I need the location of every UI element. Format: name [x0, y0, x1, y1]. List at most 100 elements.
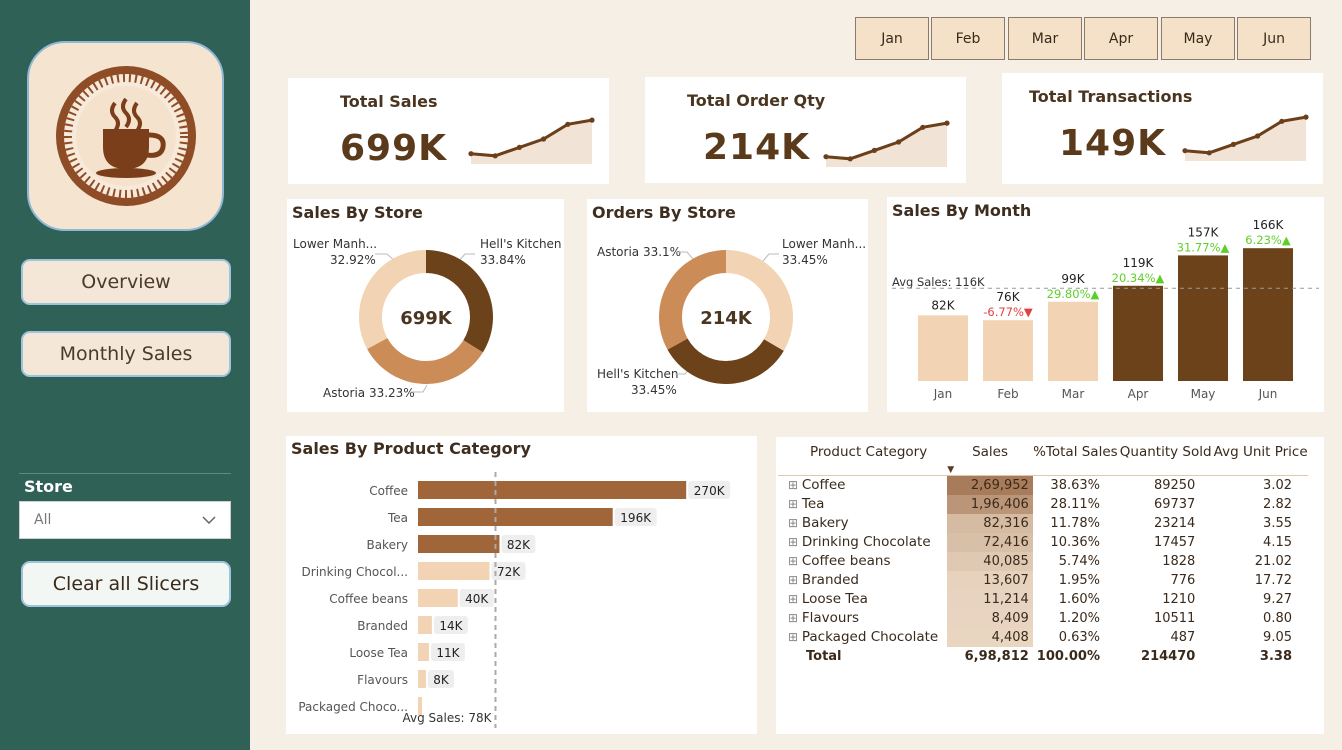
- sparkline-point: [468, 151, 474, 157]
- x-tick-label: Jun: [1258, 387, 1278, 401]
- month-bar[interactable]: [1048, 301, 1098, 381]
- expand-icon[interactable]: ⊞: [788, 497, 802, 511]
- category-cell: ⊞ Tea: [778, 495, 947, 514]
- category-bar[interactable]: [418, 643, 429, 661]
- month-slicer-may[interactable]: May: [1161, 17, 1235, 60]
- donut-slice[interactable]: [367, 338, 483, 384]
- price-cell: 0.80: [1263, 610, 1292, 626]
- x-tick-label: Apr: [1128, 387, 1149, 401]
- donut-label: 33.84%: [480, 253, 526, 267]
- clear-slicers-button[interactable]: Clear all Slicers: [21, 561, 231, 607]
- qty-cell: 1828: [1162, 553, 1196, 569]
- month-bar[interactable]: [1243, 248, 1293, 381]
- store-dropdown[interactable]: All: [19, 501, 231, 539]
- donut-label: 32.92%: [330, 253, 376, 267]
- pct-cell: 1.60%: [1058, 591, 1100, 607]
- pct-cell: 28.11%: [1050, 496, 1100, 512]
- category-label: Branded: [357, 619, 408, 633]
- month-slicer-apr[interactable]: Apr: [1084, 17, 1158, 60]
- table-row[interactable]: ⊞ Packaged Chocolate 4,408 0.63% 487 9.05: [778, 627, 1308, 647]
- bar-change-label: 6.23%▲: [1245, 233, 1291, 247]
- pct-cell: 11.78%: [1050, 515, 1100, 531]
- donut-label: Astoria 33.1%: [597, 245, 681, 259]
- sparkline-point: [1230, 141, 1236, 147]
- expand-icon[interactable]: ⊞: [788, 535, 802, 549]
- sales-cell: 13,607: [947, 570, 1033, 590]
- donut-slice[interactable]: [667, 338, 784, 384]
- bar-value-label: 270K: [694, 484, 726, 498]
- price-cell: 4.15: [1263, 534, 1292, 550]
- table-row[interactable]: ⊞ Loose Tea 11,214 1.60% 1210 9.27: [778, 589, 1308, 609]
- x-tick-label: Jan: [933, 387, 953, 401]
- table-row[interactable]: ⊞ Flavours 8,409 1.20% 10511 0.80: [778, 608, 1308, 628]
- table-row[interactable]: ⊞ Tea 1,96,406 28.11% 69737 2.82: [778, 494, 1308, 514]
- total-qty: 214470: [1141, 648, 1196, 664]
- column-header[interactable]: %Total Sales: [1033, 440, 1118, 476]
- expand-icon[interactable]: ⊞: [788, 573, 802, 587]
- expand-icon[interactable]: ⊞: [788, 611, 802, 625]
- expand-icon[interactable]: ⊞: [788, 478, 802, 492]
- category-bar[interactable]: [418, 616, 432, 634]
- column-header[interactable]: Product Category: [778, 440, 947, 476]
- expand-icon[interactable]: ⊞: [788, 630, 802, 644]
- month-bar[interactable]: [1178, 255, 1228, 381]
- column-header-sales[interactable]: Sales ▼: [947, 440, 1033, 476]
- store-dropdown-value: All: [34, 512, 52, 528]
- monthly-sales-button[interactable]: Monthly Sales: [21, 331, 231, 377]
- month-slicer-jun[interactable]: Jun: [1237, 17, 1311, 60]
- column-header: Sales: [972, 444, 1008, 460]
- bar-value-label: 82K: [507, 538, 531, 552]
- table-row[interactable]: ⊞ Coffee 2,69,952 38.63% 89250 3.02: [778, 475, 1308, 495]
- category-bar[interactable]: [418, 508, 613, 526]
- expand-icon[interactable]: ⊞: [788, 516, 802, 530]
- bar-change-label: 31.77%▲: [1177, 240, 1230, 254]
- bar-value-label: 82K: [931, 298, 955, 312]
- month-slicer-feb[interactable]: Feb: [931, 17, 1005, 60]
- category-bar[interactable]: [418, 481, 687, 499]
- donut-label: 33.45%: [631, 383, 677, 397]
- month-slicer-mar[interactable]: Mar: [1008, 17, 1082, 60]
- kpi-title: Total Transactions: [1029, 87, 1193, 106]
- overview-button[interactable]: Overview: [21, 259, 231, 305]
- price-cell: 2.82: [1263, 496, 1292, 512]
- table-row[interactable]: ⊞ Drinking Chocolate 72,416 10.36% 17457 4.1…: [778, 532, 1308, 552]
- sales-by-store-card: Sales By Store 699K Lower Manh... 32.92%…: [287, 199, 564, 412]
- pct-cell: 5.74%: [1058, 553, 1100, 569]
- column-header[interactable]: Quantity Sold: [1118, 440, 1213, 476]
- pct-cell: 1.20%: [1058, 610, 1100, 626]
- category-name: Bakery: [801, 515, 849, 531]
- category-cell: ⊞ Coffee: [778, 476, 947, 495]
- sparkline-point: [871, 147, 877, 153]
- qty-cell: 10511: [1153, 610, 1196, 626]
- kpi-value: 699K: [340, 128, 448, 169]
- table-row[interactable]: ⊞ Coffee beans 40,085 5.74% 1828 21.02: [778, 551, 1308, 571]
- category-cell: ⊞ Flavours: [778, 609, 947, 628]
- donut-slice[interactable]: [659, 250, 726, 350]
- category-name: Branded: [801, 572, 859, 588]
- category-bar[interactable]: [418, 535, 500, 553]
- expand-icon[interactable]: ⊞: [788, 592, 802, 606]
- total-pct: 100.00%: [1036, 648, 1100, 664]
- sparkline-point: [847, 156, 853, 162]
- donut-label: Hell's Kitchen: [480, 237, 562, 251]
- bar-value-label: 196K: [620, 511, 652, 525]
- bar-change-label: -6.77%▼: [983, 305, 1033, 319]
- category-bar[interactable]: [418, 589, 458, 607]
- bar-change-label: 29.80%▲: [1047, 287, 1100, 301]
- price-cell: 21.02: [1254, 553, 1292, 569]
- month-slicer-jan[interactable]: Jan: [855, 17, 929, 60]
- month-bar[interactable]: [983, 320, 1033, 381]
- bar-value-label: 14K: [439, 619, 463, 633]
- table-row[interactable]: ⊞ Branded 13,607 1.95% 776 17.72: [778, 570, 1308, 590]
- qty-cell: 69737: [1153, 496, 1196, 512]
- qty-cell: 776: [1170, 572, 1196, 588]
- expand-icon[interactable]: ⊞: [788, 554, 802, 568]
- month-bar[interactable]: [1113, 285, 1163, 381]
- category-bar[interactable]: [418, 562, 490, 580]
- category-bar[interactable]: [418, 670, 426, 688]
- table-total-row: Total 6,98,812 100.00% 214470 3.38: [778, 647, 1308, 666]
- column-header[interactable]: Avg Unit Price: [1213, 440, 1308, 476]
- table-row[interactable]: ⊞ Bakery 82,316 11.78% 23214 3.55: [778, 513, 1308, 533]
- month-bar[interactable]: [918, 315, 968, 381]
- price-cell: 3.02: [1263, 477, 1292, 493]
